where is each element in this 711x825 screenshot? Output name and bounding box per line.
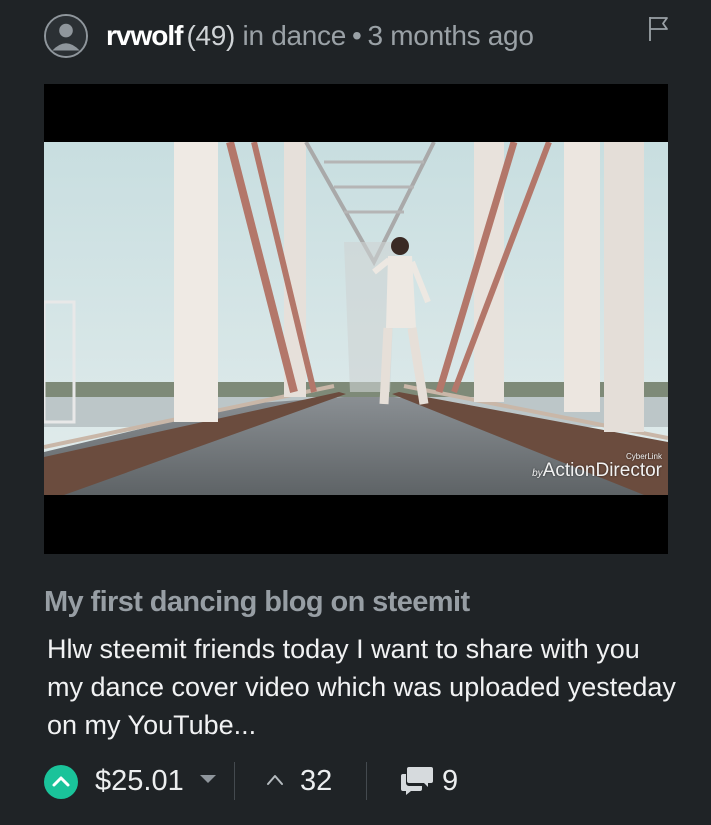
- flag-icon[interactable]: [648, 16, 670, 42]
- watermark-product: ActionDirector: [542, 460, 662, 481]
- post-thumbnail[interactable]: CyberLink byActionDirector: [44, 84, 668, 554]
- comment-count[interactable]: 9: [442, 762, 458, 800]
- payout-value[interactable]: $25.01: [95, 762, 184, 800]
- category-link[interactable]: in dance: [243, 20, 347, 51]
- author-reputation: (49): [186, 20, 236, 51]
- author-link[interactable]: rvwolf: [106, 20, 183, 51]
- watermark-by: by: [532, 468, 543, 479]
- post-header: rvwolf (49) in dance • 3 months ago: [44, 14, 674, 62]
- user-avatar-icon[interactable]: [44, 14, 88, 58]
- post-excerpt[interactable]: Hlw steemit friends today I want to shar…: [47, 630, 677, 744]
- thumbnail-image: CyberLink byActionDirector: [44, 142, 668, 495]
- post-footer: $25.01 32 9: [44, 760, 684, 800]
- upvote-icon[interactable]: [44, 765, 78, 799]
- post-title[interactable]: My first dancing blog on steemit: [44, 584, 674, 620]
- post-timestamp[interactable]: 3 months ago: [368, 20, 534, 51]
- post-meta: rvwolf (49) in dance • 3 months ago: [106, 20, 534, 52]
- caret-down-icon[interactable]: [200, 775, 216, 783]
- chevron-up-icon[interactable]: [266, 772, 284, 788]
- video-watermark: CyberLink byActionDirector: [532, 452, 662, 481]
- vote-count[interactable]: 32: [300, 762, 332, 800]
- footer-divider: [234, 762, 235, 800]
- meta-separator: •: [352, 20, 362, 51]
- comments-icon[interactable]: [400, 765, 434, 795]
- footer-divider: [366, 762, 367, 800]
